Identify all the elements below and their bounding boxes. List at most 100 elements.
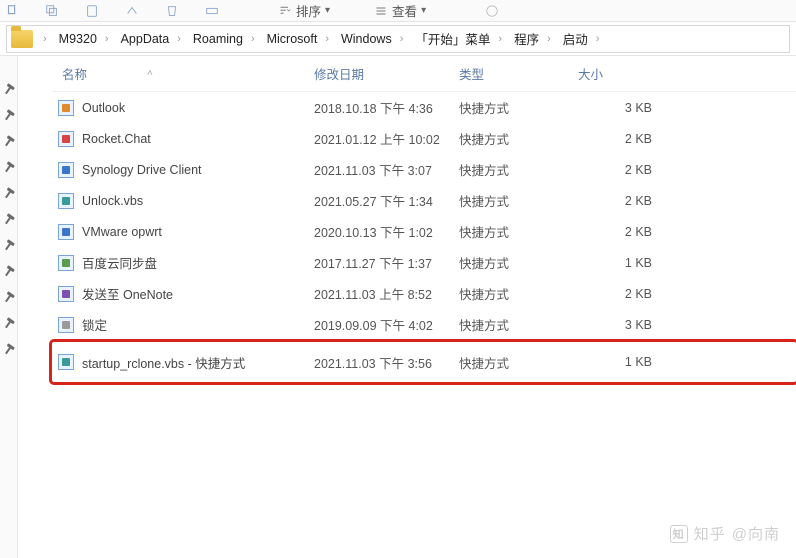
pin-icon [2, 292, 16, 306]
file-type-icon [58, 193, 74, 209]
delete-tool-icon[interactable] [164, 4, 180, 18]
breadcrumb-segment[interactable]: 「开始」菜单 › [409, 29, 508, 48]
file-size: 3 KB [578, 318, 658, 332]
breadcrumb-segment[interactable]: Roaming› [187, 32, 261, 46]
file-size: 2 KB [578, 194, 658, 208]
file-date: 2019.09.09 下午 4:02 [314, 315, 459, 334]
file-date: 2018.10.18 下午 4:36 [314, 98, 459, 117]
breadcrumb-box[interactable]: › M9320›AppData›Roaming›Microsoft›Window… [6, 25, 790, 53]
watermark-author: @向南 [732, 523, 780, 544]
file-size: 3 KB [578, 101, 658, 115]
chevron-right-icon: › [105, 33, 109, 45]
column-date-header[interactable]: 修改日期 [314, 64, 459, 83]
file-row[interactable]: 百度云同步盘2017.11.27 下午 1:37快捷方式1 KB [52, 247, 796, 278]
pin-icon [2, 318, 16, 332]
file-type-icon [58, 286, 74, 302]
caret-down-icon: ▾ [325, 5, 330, 16]
pin-icon [2, 240, 16, 254]
file-type: 快捷方式 [459, 160, 578, 179]
breadcrumb-segment[interactable]: AppData › [115, 32, 187, 46]
file-type-icon [58, 317, 74, 333]
pin-icon [2, 188, 16, 202]
breadcrumb-segment[interactable]: Microsoft› [261, 32, 335, 46]
breadcrumb-label: M9320 [59, 32, 97, 46]
file-row[interactable]: VMware opwrt 2020.10.13 下午 1:02快捷方式2 KB [52, 216, 796, 247]
column-type-header[interactable]: 类型 [459, 64, 578, 83]
breadcrumb-label: AppData [121, 32, 170, 46]
file-type: 快捷方式 [459, 222, 578, 241]
paste-tool-icon[interactable] [84, 4, 100, 18]
column-header-row: 名称 ˄ 修改日期 类型 大小 [52, 56, 796, 92]
breadcrumb-segment[interactable]: 程序› [508, 29, 557, 48]
breadcrumb-label: Roaming [193, 32, 243, 46]
file-row[interactable]: Rocket.Chat 2021.01.12 上午 10:02快捷方式2 KB [52, 123, 796, 154]
file-name: 锁定 [82, 315, 107, 334]
pin-icon [2, 136, 16, 150]
file-name: Outlook [82, 101, 125, 115]
file-row[interactable]: 锁定 2019.09.09 下午 4:02快捷方式3 KB [52, 309, 796, 340]
chevron-right-icon: › [177, 33, 181, 45]
folder-icon [11, 30, 33, 48]
pin-icon [2, 162, 16, 176]
file-date: 2017.11.27 下午 1:37 [314, 253, 459, 272]
view-label: 查看 [392, 1, 417, 20]
chevron-right-icon: › [43, 33, 47, 45]
file-type: 快捷方式 [459, 191, 578, 210]
file-size: 2 KB [578, 163, 658, 177]
file-size: 2 KB [578, 225, 658, 239]
breadcrumb-segment[interactable]: Windows› [335, 32, 409, 46]
file-date: 2021.11.03 下午 3:07 [314, 160, 459, 179]
chevron-right-icon: › [596, 33, 600, 45]
column-name-header[interactable]: 名称 [62, 64, 87, 83]
zhihu-logo-icon: 知 [670, 525, 688, 543]
pin-icon [2, 84, 16, 98]
file-name: Synology Drive Client [82, 163, 202, 177]
watermark: 知 知乎 @向南 [670, 523, 780, 544]
file-type-icon [58, 224, 74, 240]
file-type: 快捷方式 [459, 315, 578, 334]
file-size: 2 KB [578, 132, 658, 146]
file-name: 发送至 OneNote [82, 284, 173, 303]
file-list-pane: 名称 ˄ 修改日期 类型 大小 Outlook 2018.10.18 下午 4:3… [18, 56, 796, 558]
file-date: 2021.01.12 上午 10:02 [314, 129, 459, 148]
caret-down-icon: ▾ [421, 5, 426, 16]
breadcrumb-label: Windows [341, 32, 392, 46]
watermark-site: 知乎 [694, 523, 726, 544]
pin-tool-icon[interactable] [4, 4, 20, 18]
rename-tool-icon[interactable] [204, 4, 220, 18]
file-date: 2021.11.03 上午 8:52 [314, 284, 459, 303]
file-type-icon [58, 255, 74, 271]
file-type-icon [58, 162, 74, 178]
move-tool-icon[interactable] [124, 4, 140, 18]
copy-tool-icon[interactable] [44, 4, 60, 18]
file-type: 快捷方式 [459, 253, 578, 272]
file-row[interactable]: Outlook2018.10.18 下午 4:36快捷方式3 KB [52, 92, 796, 123]
chevron-right-icon: › [498, 33, 502, 45]
file-type: 快捷方式 [459, 129, 578, 148]
file-type-icon [58, 131, 74, 147]
breadcrumb-label: 启动 [563, 29, 588, 48]
pin-icon [2, 344, 16, 358]
file-name: Rocket.Chat [82, 132, 151, 146]
sort-dropdown[interactable]: 排序 ▾ [278, 1, 330, 20]
file-row[interactable]: Unlock.vbs2021.05.27 下午 1:34快捷方式2 KB [52, 185, 796, 216]
breadcrumb-segment[interactable]: 启动 › [557, 29, 606, 48]
file-date: 2021.05.27 下午 1:34 [314, 191, 459, 210]
breadcrumb-label: 「开始」菜单 [415, 29, 490, 48]
file-row[interactable]: Synology Drive Client 2021.11.03 下午 3:07快… [52, 154, 796, 185]
ribbon-strip: 排序 ▾ 查看 ▾ [0, 0, 796, 22]
file-row[interactable]: startup_rclone.vbs - 快捷方式2021.11.03 下午 3… [52, 342, 796, 382]
pin-icon [2, 110, 16, 124]
file-date: 2021.11.03 下午 3:56 [314, 353, 459, 372]
breadcrumb-segment[interactable]: M9320 › [53, 32, 115, 46]
view-dropdown[interactable]: 查看 ▾ [374, 1, 426, 20]
crumb-root-caret[interactable]: › [37, 26, 53, 52]
file-name: VMware opwrt [82, 225, 162, 239]
file-size: 2 KB [578, 287, 658, 301]
file-row[interactable]: 发送至 OneNote 2021.11.03 上午 8:52快捷方式2 KB [52, 278, 796, 309]
file-date: 2020.10.13 下午 1:02 [314, 222, 459, 241]
file-type: 快捷方式 [459, 284, 578, 303]
column-size-header[interactable]: 大小 [578, 64, 658, 83]
file-type: 快捷方式 [459, 353, 578, 372]
info-tool-icon[interactable] [484, 4, 500, 18]
